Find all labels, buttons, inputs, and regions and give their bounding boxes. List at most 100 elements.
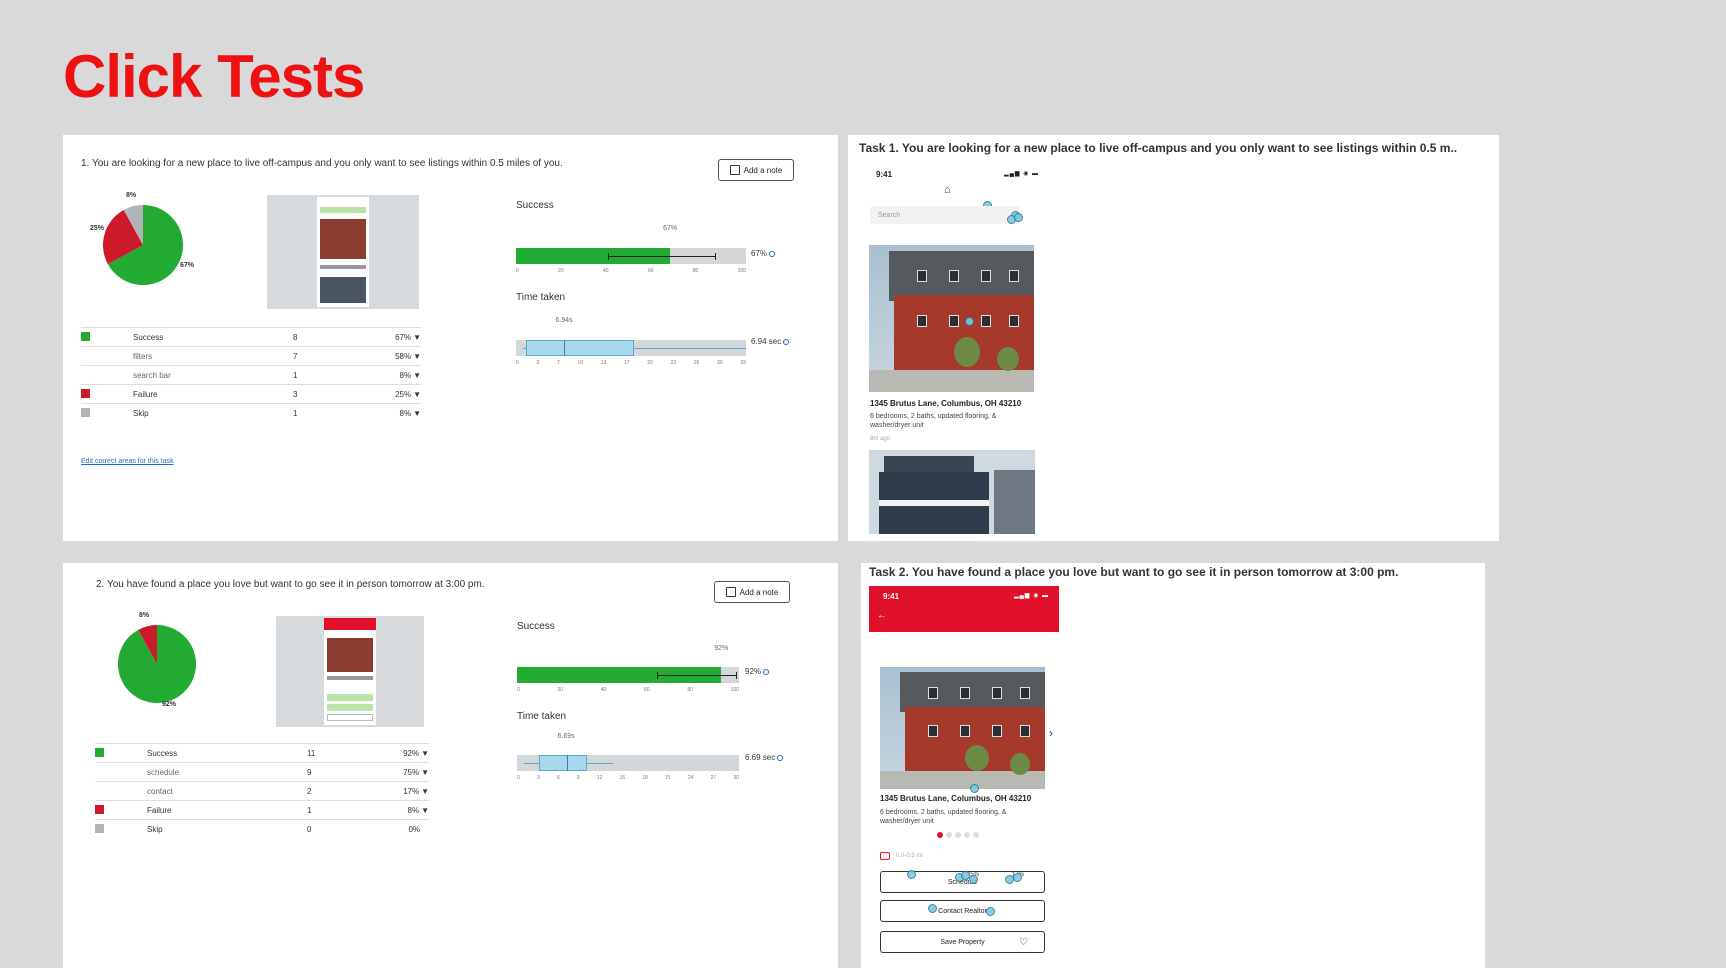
row-label: filters bbox=[133, 351, 153, 361]
task1-time-box bbox=[526, 340, 635, 356]
row-pct: 75% bbox=[403, 767, 420, 777]
filter-icon[interactable]: ▼ bbox=[421, 787, 429, 796]
tick-label: 12 bbox=[596, 775, 603, 781]
tick-label: 17 bbox=[623, 360, 630, 366]
row-pct: 8% bbox=[407, 805, 420, 815]
carousel-dots[interactable] bbox=[937, 832, 979, 838]
note-icon bbox=[729, 165, 740, 175]
task1-screen-thumbnail[interactable] bbox=[267, 195, 419, 309]
table-row: Skip 0 0% bbox=[95, 819, 429, 838]
tick-label: 60 bbox=[647, 268, 654, 274]
table-row: contact 2 17% ▼ bbox=[95, 781, 429, 801]
task2-success-label: Success bbox=[517, 621, 555, 632]
tick-label: 9 bbox=[576, 775, 580, 781]
task2-results-table: Success 11 92% ▼ schedule 9 75% ▼ contact 2 17% ▼ Fa… bbox=[95, 743, 429, 838]
tick-label: 80 bbox=[692, 268, 699, 274]
task2-time-median-label: 6.69s bbox=[557, 733, 575, 740]
heart-icon[interactable]: ♡ bbox=[1019, 937, 1028, 948]
table-row: schedule 9 75% ▼ bbox=[95, 762, 429, 782]
legend-swatch bbox=[81, 331, 90, 341]
row-label: Success bbox=[133, 332, 164, 342]
row-label: Success bbox=[147, 748, 178, 758]
back-arrow-icon[interactable]: ← bbox=[877, 610, 887, 621]
task2-heatmap-heading: Task 2. You have found a place you love … bbox=[869, 565, 1399, 579]
task1-question: 1. You are looking for a new place to li… bbox=[81, 158, 563, 169]
filter-icon[interactable]: ▼ bbox=[413, 352, 421, 361]
task1-edit-link[interactable]: Edit correct areas for this task bbox=[81, 458, 174, 465]
tick-label: 15 bbox=[619, 775, 626, 781]
row-pct: 67% bbox=[395, 332, 412, 342]
click-hotspot bbox=[907, 870, 916, 879]
row-count: 3 bbox=[293, 389, 298, 399]
row-count: 8 bbox=[293, 332, 298, 342]
task2-screen-thumbnail[interactable] bbox=[276, 616, 424, 727]
tick-label: 100 bbox=[737, 268, 746, 274]
row-count: 7 bbox=[293, 351, 298, 361]
task2-question: 2. You have found a place you love but w… bbox=[96, 579, 485, 590]
table-row: filters 7 58% ▼ bbox=[81, 346, 421, 366]
task1-time-label: Time taken bbox=[516, 292, 566, 303]
row-pct: 58% bbox=[395, 351, 412, 361]
filter-icon[interactable]: ▼ bbox=[413, 390, 421, 399]
task1-success-ticks: 0 20 40 60 80 100 bbox=[516, 268, 746, 274]
row-pct: 25% bbox=[395, 389, 412, 399]
legend-swatch bbox=[95, 747, 104, 757]
distance-info: 0.0-0.5 mi bbox=[880, 852, 923, 860]
listing-photo-house[interactable] bbox=[869, 450, 1035, 534]
filter-icon[interactable]: ▼ bbox=[413, 333, 421, 342]
task2-time-right-label: 6.69 sec bbox=[745, 753, 784, 762]
filter-icon[interactable]: ▼ bbox=[421, 806, 429, 815]
property-photo[interactable] bbox=[880, 667, 1045, 789]
tick-label: 80 bbox=[687, 687, 693, 693]
table-row: search bar 1 8% ▼ bbox=[81, 365, 421, 385]
table-row: Success 8 67% ▼ bbox=[81, 327, 421, 347]
task1-results-panel: 1. You are looking for a new place to li… bbox=[63, 135, 838, 541]
info-icon[interactable] bbox=[769, 250, 776, 257]
click-hotspot bbox=[970, 784, 979, 793]
save-property-button[interactable]: Save Property ♡ bbox=[880, 931, 1045, 953]
property-address: 1345 Brutus Lane, Columbus, OH 43210 bbox=[880, 794, 1032, 803]
task1-time-right-label: 6.94 sec bbox=[751, 337, 790, 346]
row-pct: 8% bbox=[399, 408, 412, 418]
tick-label: 0 bbox=[517, 687, 520, 693]
task1-heatmap-panel: Task 1. You are looking for a new place … bbox=[848, 135, 1499, 541]
tick-label: 23 bbox=[670, 360, 677, 366]
tick-label: 6 bbox=[556, 775, 560, 781]
task2-add-note-button[interactable]: Add a note bbox=[714, 581, 790, 603]
filter-icon[interactable]: ▼ bbox=[413, 409, 421, 418]
info-icon[interactable] bbox=[763, 668, 770, 675]
task2-time-ticks: 0 3 6 9 12 15 18 21 24 27 30 bbox=[517, 775, 739, 781]
task2-pie-label-success: 92% bbox=[162, 701, 177, 708]
tick-label: 0 bbox=[516, 360, 519, 366]
legend-swatch bbox=[95, 804, 104, 814]
tick-label: 26 bbox=[693, 360, 700, 366]
table-row: Success 11 92% ▼ bbox=[95, 743, 429, 763]
task1-success-error-bar bbox=[608, 253, 717, 260]
task2-pie-chart bbox=[118, 625, 196, 703]
search-input[interactable]: Search bbox=[870, 206, 1020, 224]
row-label: Failure bbox=[133, 389, 158, 399]
contact-realtor-button[interactable]: Contact Realtor bbox=[880, 900, 1045, 922]
click-hotspot bbox=[969, 875, 978, 884]
row-count: 2 bbox=[307, 786, 312, 796]
task1-pie-chart bbox=[103, 205, 183, 285]
task1-pie-label-success: 67% bbox=[180, 262, 195, 269]
filter-icon[interactable]: ▼ bbox=[421, 768, 429, 777]
status-icons: ▂▄▆ ◉ ▬ bbox=[1013, 593, 1049, 599]
row-pct: 17% bbox=[403, 786, 420, 796]
row-count: 11 bbox=[307, 748, 316, 758]
task1-add-note-button[interactable]: Add a note bbox=[718, 159, 794, 181]
task2-success-top-pct: 92% bbox=[714, 645, 729, 652]
listing-photo-apartment[interactable] bbox=[869, 245, 1034, 392]
chevron-right-icon[interactable]: › bbox=[1049, 726, 1053, 740]
home-icon[interactable]: ⌂ bbox=[944, 184, 951, 196]
tick-label: 21 bbox=[665, 775, 671, 781]
row-count: 1 bbox=[293, 370, 298, 380]
info-icon[interactable] bbox=[783, 338, 790, 345]
listing-time-ago: 8m ago bbox=[870, 436, 891, 442]
tick-label: 13 bbox=[600, 360, 607, 366]
info-icon[interactable] bbox=[777, 754, 784, 761]
filter-icon[interactable]: ▼ bbox=[421, 749, 429, 758]
task2-pie-label-failure: 8% bbox=[139, 612, 150, 619]
filter-icon[interactable]: ▼ bbox=[413, 371, 421, 380]
